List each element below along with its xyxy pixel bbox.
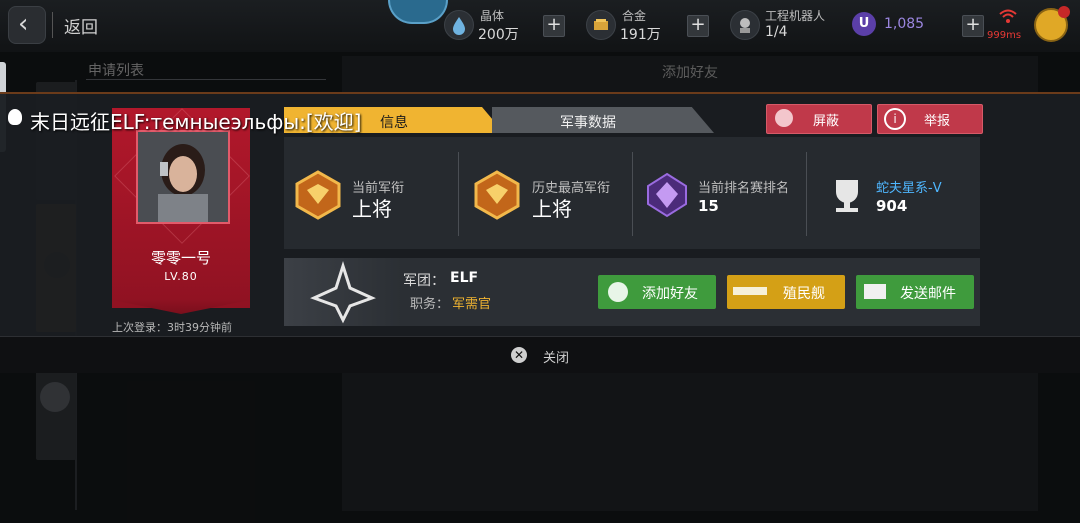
ship-icon bbox=[733, 287, 767, 295]
send-mail-label: 发送邮件 bbox=[900, 286, 956, 302]
divider bbox=[458, 152, 459, 236]
role-label: 职务： bbox=[410, 297, 450, 312]
report-label: 举报 bbox=[924, 114, 951, 129]
back-label[interactable]: 返回 bbox=[64, 13, 98, 38]
chat-message: 末日远征ELF:темныеэльфы:[欢迎] bbox=[30, 110, 362, 134]
resource-value: 191万 bbox=[620, 27, 661, 43]
report-button[interactable]: i 举报 bbox=[877, 104, 983, 134]
add-friend-button[interactable]: 添加好友 bbox=[598, 275, 716, 309]
stat-value: 904 bbox=[876, 197, 908, 215]
legion-emblem bbox=[284, 258, 402, 326]
legion-label: 军团： bbox=[403, 273, 445, 289]
avatar bbox=[136, 130, 230, 224]
player-name: 零零一号 bbox=[150, 249, 211, 267]
close-button-label[interactable]: 关闭 bbox=[543, 347, 569, 366]
resource-value: 1/4 bbox=[765, 24, 788, 40]
robot-icon bbox=[730, 10, 760, 40]
currency-icon: U bbox=[852, 12, 876, 36]
colony-ship-button[interactable]: 殖民舰 bbox=[727, 275, 845, 309]
close-icon[interactable]: ✕ bbox=[511, 347, 527, 363]
add-currency-button[interactable]: + bbox=[962, 15, 984, 37]
rank-badge-icon bbox=[472, 170, 522, 220]
crystal-icon bbox=[444, 10, 474, 40]
rank-badge-icon bbox=[293, 170, 343, 220]
back-button[interactable]: ‹ bbox=[8, 6, 46, 44]
add-friend-label: 添加好友 bbox=[642, 286, 698, 302]
resource-value: 200万 bbox=[478, 27, 519, 43]
chevron-left-icon: ‹ bbox=[18, 9, 29, 39]
stat-value: 上将 bbox=[532, 197, 572, 221]
stat-label: 当前排名赛排名 bbox=[698, 181, 790, 196]
mail-icon bbox=[864, 284, 886, 299]
resource-label: 合金 bbox=[622, 9, 647, 23]
chat-bubble-icon bbox=[8, 109, 22, 125]
resource-label: 工程机器人 bbox=[765, 9, 826, 23]
player-level: LV.80 bbox=[164, 270, 198, 283]
trophy-icon bbox=[822, 172, 872, 222]
resource-label: 晶体 bbox=[480, 9, 505, 23]
add-user-icon bbox=[608, 282, 628, 302]
legion-name: ELF bbox=[450, 270, 479, 286]
send-mail-button[interactable]: 发送邮件 bbox=[856, 275, 974, 309]
block-label: 屏蔽 bbox=[813, 114, 840, 129]
block-button[interactable]: 屏蔽 bbox=[766, 104, 872, 134]
galaxy-link[interactable]: 蛇夫星系-V bbox=[876, 177, 942, 196]
last-login: 上次登录：3时39分钟前 bbox=[112, 321, 232, 334]
stat-value: 15 bbox=[698, 197, 719, 215]
ranked-match-icon bbox=[642, 170, 692, 220]
tab-military-label: 军事数据 bbox=[560, 115, 616, 131]
currency-value: 1,085 bbox=[884, 16, 925, 32]
divider bbox=[632, 152, 633, 236]
tab-info-label: 信息 bbox=[380, 115, 408, 131]
divider bbox=[806, 152, 807, 236]
add-alloy-button[interactable]: + bbox=[687, 15, 709, 37]
dialog-footer bbox=[0, 336, 1080, 373]
notification-badge bbox=[1058, 6, 1070, 18]
colony-ship-label: 殖民舰 bbox=[783, 286, 825, 302]
role-value: 军需官 bbox=[452, 297, 492, 312]
alloy-icon bbox=[586, 10, 616, 40]
info-icon: i bbox=[884, 108, 906, 130]
block-user-icon bbox=[775, 109, 793, 127]
ping-value: 999ms bbox=[987, 30, 1022, 41]
stat-value: 上将 bbox=[352, 197, 392, 221]
add-crystal-button[interactable]: + bbox=[543, 15, 565, 37]
divider bbox=[52, 12, 53, 38]
wifi-icon bbox=[998, 8, 1018, 28]
